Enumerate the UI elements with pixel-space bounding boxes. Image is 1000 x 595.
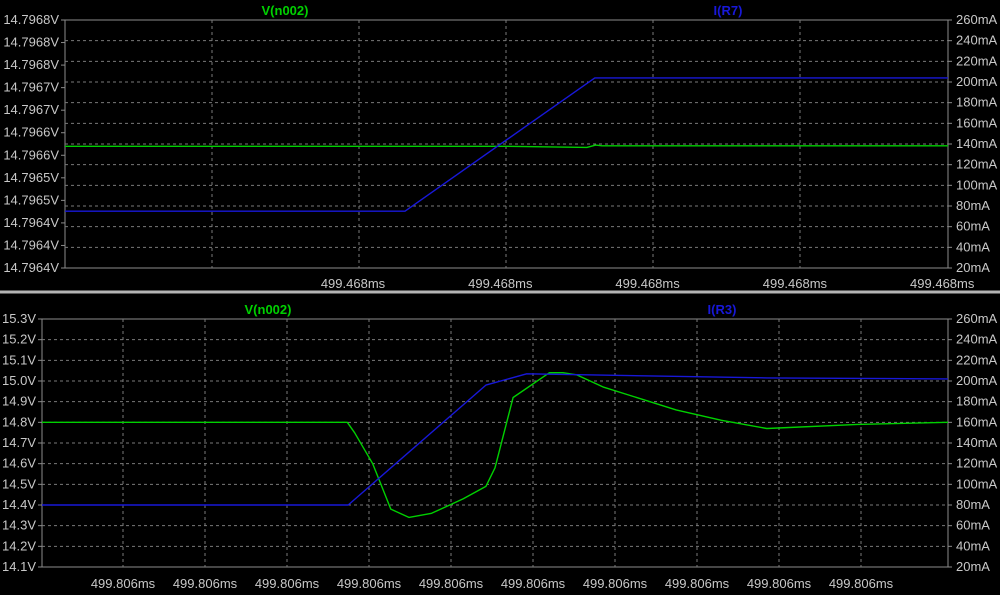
top-right-tick-label: 100mA	[956, 177, 998, 192]
bottom-right-tick-label: 220mA	[956, 352, 998, 367]
bottom-right-tick-label: 80mA	[956, 497, 990, 512]
top-right-tick-label: 180mA	[956, 95, 998, 110]
bottom-left-tick-label: 14.9V	[2, 394, 36, 409]
bottom-x-tick-label: 499.806ms	[665, 576, 730, 591]
bottom-left-tick-label: 14.2V	[2, 538, 36, 553]
top-right-tick-label: 240mA	[956, 33, 998, 48]
top-left-tick-label: 14.7966V	[3, 147, 59, 162]
bottom-left-tick-label: 15.3V	[2, 311, 36, 326]
bottom-x-tick-label: 499.806ms	[419, 576, 484, 591]
bottom-right-tick-label: 200mA	[956, 373, 998, 388]
top-left-tick-label: 14.7968V	[3, 12, 59, 27]
top-right-tick-label: 20mA	[956, 260, 990, 275]
bottom-left-tick-label: 15.0V	[2, 373, 36, 388]
top-voltage-trace-label[interactable]: V(n002)	[262, 3, 309, 18]
bottom-current-trace-label[interactable]: I(R3)	[708, 302, 737, 317]
bottom-right-tick-label: 260mA	[956, 311, 998, 326]
bottom-left-tick-label: 14.7V	[2, 435, 36, 450]
bottom-x-tick-label: 499.806ms	[337, 576, 402, 591]
top-left-tick-label: 14.7964V	[3, 260, 59, 275]
bottom-right-tick-label: 40mA	[956, 538, 990, 553]
canvas-background	[0, 0, 1000, 595]
top-left-tick-label: 14.7968V	[3, 57, 59, 72]
bottom-right-tick-label: 240mA	[956, 332, 998, 347]
top-left-tick-label: 14.7965V	[3, 192, 59, 207]
top-right-tick-label: 200mA	[956, 74, 998, 89]
top-x-tick-label: 499.468ms	[468, 276, 533, 291]
top-right-tick-label: 160mA	[956, 115, 998, 130]
bottom-right-tick-label: 100mA	[956, 476, 998, 491]
bottom-x-tick-label: 499.806ms	[501, 576, 566, 591]
top-x-tick-label: 499.468ms	[763, 276, 828, 291]
top-left-tick-label: 14.7967V	[3, 102, 59, 117]
top-right-tick-label: 220mA	[956, 53, 998, 68]
bottom-x-tick-label: 499.806ms	[747, 576, 812, 591]
bottom-x-tick-label: 499.806ms	[91, 576, 156, 591]
top-x-tick-label: 499.468ms	[321, 276, 386, 291]
top-left-tick-label: 14.7965V	[3, 170, 59, 185]
top-left-tick-label: 14.7964V	[3, 215, 59, 230]
bottom-left-tick-label: 14.3V	[2, 518, 36, 533]
ltspice-waveform-viewer: 14.7968V 14.7968V 14.7968V 14.7967V 14.7967V…	[0, 0, 1000, 595]
top-right-tick-label: 260mA	[956, 12, 998, 27]
top-x-tick-label: 499.468ms	[615, 276, 680, 291]
top-right-tick-label: 60mA	[956, 219, 990, 234]
top-right-tick-label: 120mA	[956, 157, 998, 172]
bottom-right-tick-label: 120mA	[956, 456, 998, 471]
top-left-tick-label: 14.7968V	[3, 35, 59, 50]
bottom-right-tick-label: 160mA	[956, 414, 998, 429]
bottom-right-tick-label: 60mA	[956, 518, 990, 533]
bottom-x-tick-label: 499.806ms	[173, 576, 238, 591]
top-current-trace-label[interactable]: I(R7)	[714, 3, 743, 18]
bottom-left-tick-label: 15.2V	[2, 332, 36, 347]
top-left-tick-label: 14.7964V	[3, 237, 59, 252]
bottom-x-tick-label: 499.806ms	[829, 576, 894, 591]
bottom-left-tick-label: 15.1V	[2, 352, 36, 367]
bottom-right-tick-label: 180mA	[956, 394, 998, 409]
top-right-tick-label: 140mA	[956, 136, 998, 151]
bottom-right-tick-label: 20mA	[956, 559, 990, 574]
bottom-left-tick-label: 14.1V	[2, 559, 36, 574]
bottom-right-tick-label: 140mA	[956, 435, 998, 450]
bottom-left-tick-label: 14.8V	[2, 414, 36, 429]
bottom-x-tick-label: 499.806ms	[255, 576, 320, 591]
top-left-tick-label: 14.7967V	[3, 80, 59, 95]
top-left-tick-label: 14.7966V	[3, 125, 59, 140]
bottom-left-tick-label: 14.4V	[2, 497, 36, 512]
bottom-voltage-trace-label[interactable]: V(n002)	[245, 302, 292, 317]
top-x-tick-label: 499.468ms	[910, 276, 975, 291]
bottom-left-tick-label: 14.6V	[2, 456, 36, 471]
top-right-tick-label: 80mA	[956, 198, 990, 213]
top-right-tick-label: 40mA	[956, 239, 990, 254]
waveform-canvas: 14.7968V 14.7968V 14.7968V 14.7967V 14.7967V…	[0, 0, 1000, 595]
bottom-x-tick-label: 499.806ms	[583, 576, 648, 591]
bottom-left-tick-label: 14.5V	[2, 476, 36, 491]
